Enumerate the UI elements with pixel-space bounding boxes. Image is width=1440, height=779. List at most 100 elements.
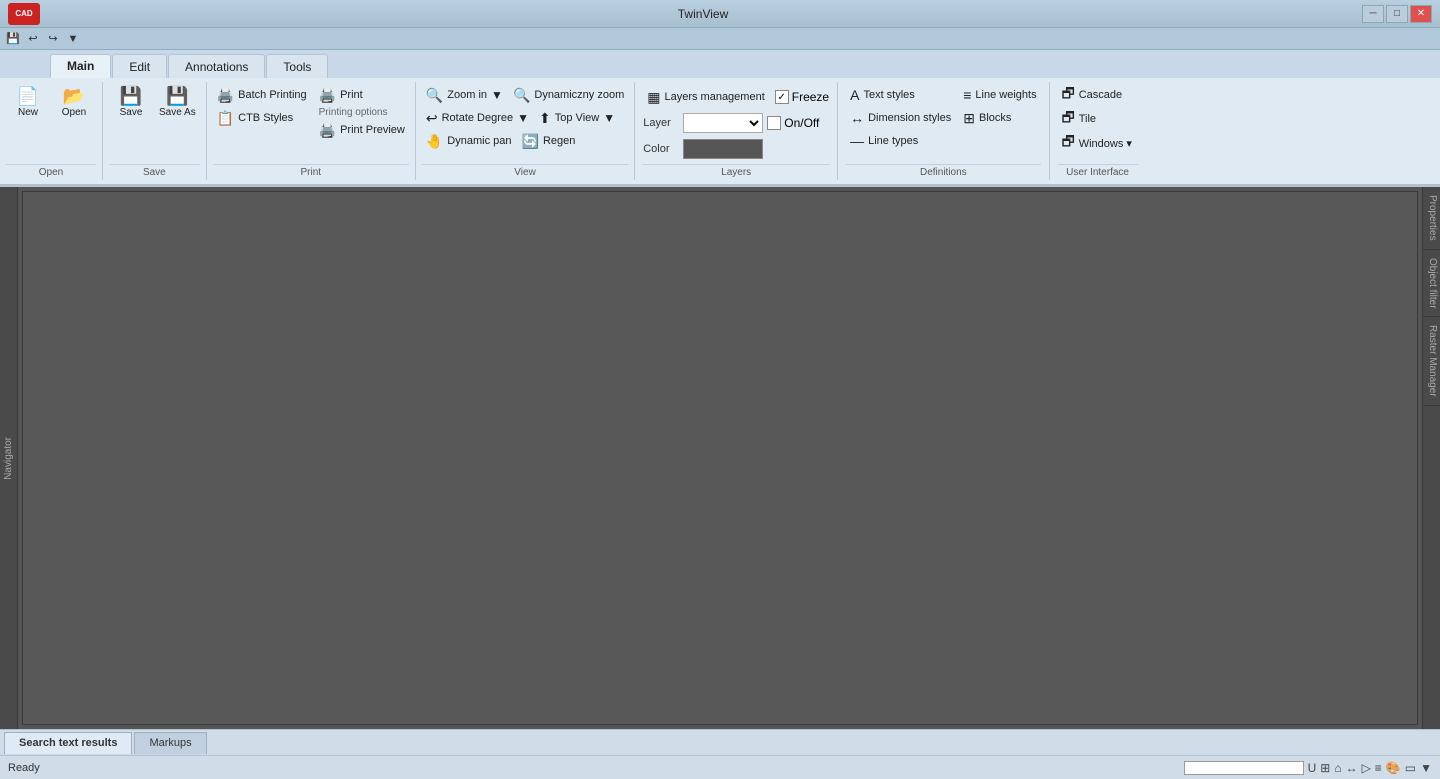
windows-button[interactable]: 🗗 Windows ▾ xyxy=(1058,132,1138,154)
status-tools: U ⊞ ⌂ ↔ ▷ ≡ 🎨 ▭ ▼ xyxy=(1184,761,1432,775)
toolbar-save-section: 💾 Save 💾 Save As Save xyxy=(103,82,207,180)
tab-tools[interactable]: Tools xyxy=(266,54,328,78)
close-button[interactable]: ✕ xyxy=(1410,5,1432,23)
zoom-in-icon: 🔍 xyxy=(426,87,443,104)
printing-options-label: Printing options xyxy=(315,107,409,118)
regen-button[interactable]: 🔄 Regen xyxy=(518,130,598,152)
status-icon-play[interactable]: ▷ xyxy=(1362,761,1371,775)
qa-save-btn[interactable]: 💾 xyxy=(4,30,22,48)
cascade-icon: 🗗 xyxy=(1062,83,1075,107)
qa-undo-btn[interactable]: ↩ xyxy=(24,30,42,48)
toolbar-definitions-section: A Text styles ↔ Dimension styles — Line … xyxy=(838,82,1049,180)
raster-manager-panel-tab[interactable]: Raster Manager xyxy=(1423,317,1440,406)
freeze-checkbox-area[interactable]: Freeze xyxy=(775,90,829,104)
dimension-styles-button[interactable]: ↔ Dimension styles xyxy=(846,107,955,129)
batch-printing-button[interactable]: 🖨️ Batch Printing xyxy=(213,84,311,106)
color-row: Color xyxy=(643,137,763,161)
save-button[interactable]: 💾 Save xyxy=(109,84,153,121)
workspace: Navigator Properties Object filter Raste… xyxy=(0,187,1440,729)
window-controls: ─ □ ✕ xyxy=(1362,5,1432,23)
quick-access-toolbar: 💾 ↩ ↪ ▼ xyxy=(0,28,1440,50)
tab-bar: Main Edit Annotations Tools xyxy=(0,50,1440,78)
markups-tab[interactable]: Markups xyxy=(134,732,206,754)
open-section-label: Open xyxy=(6,164,96,178)
navigator-label: Navigator xyxy=(3,437,14,480)
open-icon: 📂 xyxy=(63,87,85,105)
rotate-icon: ↩ xyxy=(426,110,438,127)
top-view-icon: ⬆ xyxy=(539,110,551,127)
color-picker[interactable] xyxy=(683,139,763,159)
object-filter-panel-tab[interactable]: Object filter xyxy=(1423,250,1440,318)
status-icon-snap[interactable]: ⌂ xyxy=(1334,761,1341,775)
windows-icon: 🗗 xyxy=(1062,131,1075,155)
status-icon-color[interactable]: 🎨 xyxy=(1386,761,1401,775)
toolbar-view-section: 🔍 Zoom in ▼ 🔍 Dynamiczny zoom ↩ Rotate D… xyxy=(416,82,635,180)
top-view-button[interactable]: ⬆ Top View ▼ xyxy=(535,107,619,129)
blocks-button[interactable]: ⊞ Blocks xyxy=(959,107,1040,129)
dimension-styles-icon: ↔ xyxy=(850,110,864,126)
save-as-icon: 💾 xyxy=(166,87,188,105)
pan-icon: 🤚 xyxy=(426,133,443,150)
status-icon-grid[interactable]: ⊞ xyxy=(1320,761,1330,775)
status-icon-lines[interactable]: ≡ xyxy=(1375,761,1382,775)
tile-button[interactable]: 🗗 Tile xyxy=(1058,108,1138,130)
line-types-icon: — xyxy=(850,133,864,149)
new-icon: 📄 xyxy=(17,87,39,105)
ui-section-label: User Interface xyxy=(1058,164,1138,178)
save-as-button[interactable]: 💾 Save As xyxy=(155,84,200,121)
status-icon-ortho[interactable]: ↔ xyxy=(1346,761,1358,775)
search-text-results-tab[interactable]: Search text results xyxy=(4,732,132,754)
layer-row: Layer On/Off xyxy=(643,111,819,135)
layers-section-label: Layers xyxy=(643,164,829,178)
print-preview-button[interactable]: 🖨️ Print Preview xyxy=(315,119,409,141)
dynamic-zoom-button[interactable]: 🔍 Dynamiczny zoom xyxy=(509,84,628,106)
toolbar-layers-section: ▦ Layers management Freeze Layer On/Off xyxy=(635,82,838,180)
print-left-col: 🖨️ Batch Printing 📋 CTB Styles xyxy=(213,84,311,129)
tab-annotations[interactable]: Annotations xyxy=(168,54,265,78)
regen-icon: 🔄 xyxy=(522,133,539,150)
layers-icon: ▦ xyxy=(647,89,660,106)
text-styles-button[interactable]: A Text styles xyxy=(846,84,955,106)
tab-edit[interactable]: Edit xyxy=(112,54,167,78)
minimize-button[interactable]: ─ xyxy=(1362,5,1384,23)
ribbon: Main Edit Annotations Tools 📄 New 📂 Open xyxy=(0,50,1440,187)
print-button[interactable]: 🖨️ Print xyxy=(315,84,409,106)
freeze-label: Freeze xyxy=(792,90,829,104)
layers-management-button[interactable]: ▦ Layers management xyxy=(643,86,769,108)
status-input[interactable] xyxy=(1184,761,1304,775)
cascade-button[interactable]: 🗗 Cascade xyxy=(1058,84,1138,106)
rotate-degree-button[interactable]: ↩ Rotate Degree ▼ xyxy=(422,107,533,129)
zoom-in-button[interactable]: 🔍 Zoom in ▼ xyxy=(422,84,507,106)
layer-select[interactable] xyxy=(683,113,763,133)
tab-main[interactable]: Main xyxy=(50,54,111,78)
view-section-label: View xyxy=(422,164,628,178)
main-canvas[interactable] xyxy=(22,191,1418,725)
definitions-section-label: Definitions xyxy=(846,164,1040,178)
save-section-label: Save xyxy=(109,164,200,178)
open-button[interactable]: 📂 Open xyxy=(52,84,96,121)
qa-dropdown-btn[interactable]: ▼ xyxy=(64,30,82,48)
freeze-checkbox[interactable] xyxy=(775,90,789,104)
properties-panel-tab[interactable]: Properties xyxy=(1423,187,1440,250)
blocks-icon: ⊞ xyxy=(963,110,975,127)
title-bar: CAD TwinView ─ □ ✕ xyxy=(0,0,1440,28)
onoff-checkbox-area[interactable]: On/Off xyxy=(767,116,819,130)
navigator-panel[interactable]: Navigator xyxy=(0,187,18,729)
qa-redo-btn[interactable]: ↪ xyxy=(44,30,62,48)
maximize-button[interactable]: □ xyxy=(1386,5,1408,23)
line-types-button[interactable]: — Line types xyxy=(846,130,955,152)
dynamic-pan-button[interactable]: 🤚 Dynamic pan xyxy=(422,130,516,152)
new-button[interactable]: 📄 New xyxy=(6,84,50,121)
status-icon-dropdown[interactable]: ▼ xyxy=(1420,761,1432,775)
ctb-icon: 📋 xyxy=(217,110,234,127)
app-logo: CAD xyxy=(8,3,40,25)
line-weights-icon: ≡ xyxy=(963,87,971,103)
status-icon-u[interactable]: U xyxy=(1308,761,1317,775)
print-section-label: Print xyxy=(213,164,409,178)
line-weights-button[interactable]: ≡ Line weights xyxy=(959,84,1040,106)
status-icon-rect[interactable]: ▭ xyxy=(1405,761,1416,775)
layer-label: Layer xyxy=(643,117,679,129)
toolbar: 📄 New 📂 Open Open 💾 Save 💾 Save As xyxy=(0,78,1440,186)
onoff-checkbox[interactable] xyxy=(767,116,781,130)
ctb-styles-button[interactable]: 📋 CTB Styles xyxy=(213,107,311,129)
